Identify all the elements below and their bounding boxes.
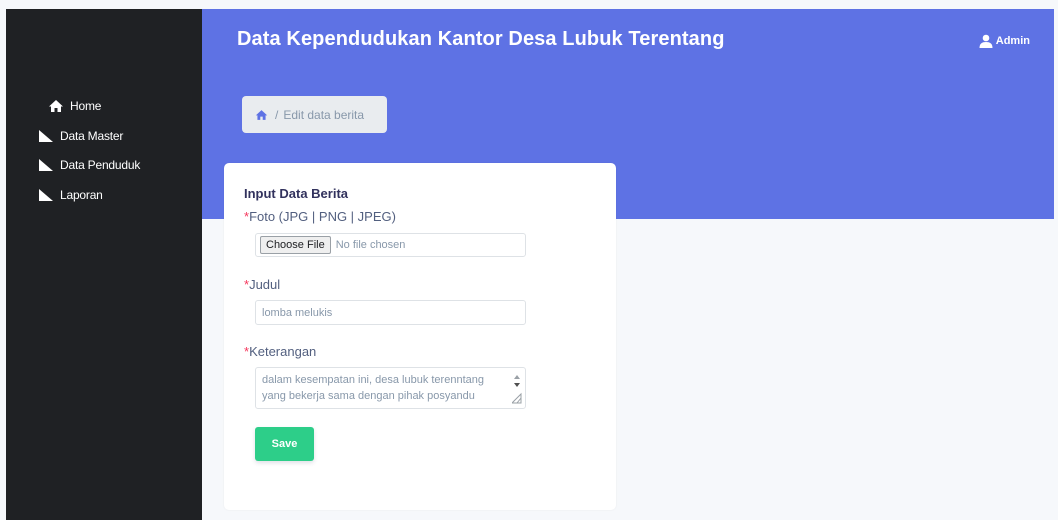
sidebar-item-label: Data Penduduk (60, 158, 141, 172)
save-button[interactable]: Save (255, 427, 314, 461)
breadcrumb: / Edit data berita (242, 96, 387, 133)
textarea-scrollbar[interactable] (512, 372, 522, 404)
keterangan-label: *Keterangan (244, 344, 316, 359)
home-icon[interactable] (255, 109, 268, 121)
user-name: Admin (995, 35, 1030, 47)
triangle-icon (39, 159, 53, 171)
choose-file-button[interactable]: Choose File (260, 236, 331, 254)
triangle-icon (39, 130, 53, 142)
photo-file-input[interactable]: Choose File No file chosen (255, 233, 526, 257)
form-card: Input Data Berita *Foto (JPG | PNG | JPE… (224, 163, 616, 510)
sidebar: Home Data Master Data Penduduk Laporan (6, 9, 202, 520)
sidebar-item-label: Data Master (60, 129, 124, 143)
judul-label-text: Judul (249, 277, 281, 292)
sidebar-item-label: Laporan (60, 188, 103, 202)
user-icon (979, 34, 993, 48)
triangle-icon (39, 189, 53, 201)
page-title: Data Kependudukan Kantor Desa Lubuk Tere… (237, 28, 725, 50)
photo-label-text: Foto (JPG | PNG | JPEG) (249, 209, 396, 224)
form-title: Input Data Berita (244, 186, 349, 201)
home-icon (49, 100, 63, 112)
judul-input[interactable]: lomba melukis (255, 300, 526, 325)
user-menu[interactable]: Admin (979, 34, 1030, 48)
sidebar-item-data-penduduk[interactable]: Data Penduduk (38, 158, 140, 172)
sidebar-item-laporan[interactable]: Laporan (38, 188, 103, 202)
file-status: No file chosen (335, 239, 406, 251)
keterangan-text: dalam kesempatan ini, desa lubuk terennt… (262, 374, 484, 402)
sidebar-item-data-master[interactable]: Data Master (38, 129, 123, 143)
sidebar-item-label: Home (70, 99, 102, 113)
sidebar-item-home[interactable]: Home (48, 99, 101, 113)
keterangan-textarea[interactable]: dalam kesempatan ini, desa lubuk terennt… (255, 367, 526, 409)
keterangan-label-text: Keterangan (249, 344, 317, 359)
breadcrumb-current: Edit data berita (283, 107, 365, 122)
judul-label: *Judul (244, 277, 280, 292)
photo-label: *Foto (JPG | PNG | JPEG) (244, 209, 396, 224)
main-content: Data Kependudukan Kantor Desa Lubuk Tere… (202, 9, 1054, 520)
app-root: Home Data Master Data Penduduk Laporan D… (0, 0, 1058, 520)
breadcrumb-separator: / (275, 107, 279, 122)
